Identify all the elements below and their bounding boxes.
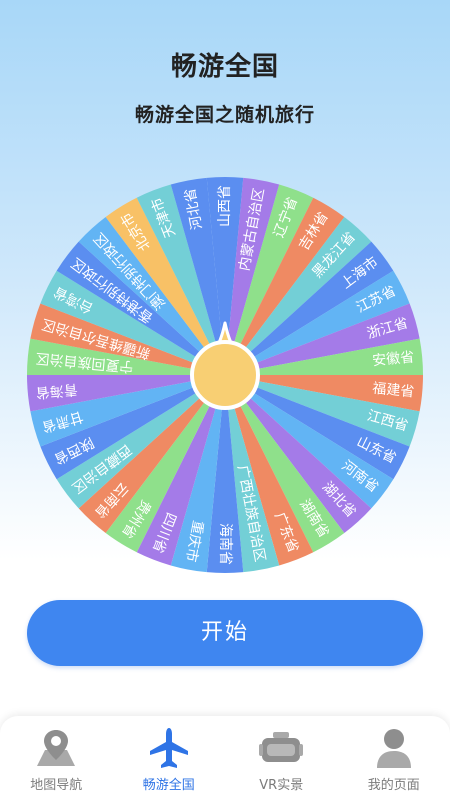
vr-headset-icon	[259, 732, 304, 762]
tab-label: 地图导航	[30, 778, 83, 793]
map-pin-icon	[37, 730, 76, 766]
bottom-tab-bar: 地图导航 畅游全国 VR实景 我的页面	[0, 716, 450, 800]
tab-label: 我的页面	[367, 778, 420, 793]
tab-label: 畅游全国	[142, 778, 195, 793]
tab-vr-scene[interactable]: VR实景	[225, 716, 338, 800]
wheel-segment-label: 海南省	[217, 523, 233, 565]
spin-wheel[interactable]: 山西省 内蒙古自治区 辽宁省吉林省黑龙江省上海市江苏省浙江省安徽省福建省江西省山东省…	[25, 175, 425, 575]
wheel-segment-label: 山西省	[217, 185, 233, 227]
page-title: 畅游全国	[170, 52, 279, 82]
tab-my-page[interactable]: 我的页面	[338, 716, 450, 800]
page-subtitle: 畅游全国之随机旅行	[134, 104, 315, 126]
tab-map-navigation[interactable]: 地图导航	[0, 716, 113, 800]
tab-travel-china[interactable]: 畅游全国	[113, 716, 226, 800]
airplane-icon	[149, 728, 188, 768]
tab-label: VR实景	[259, 778, 304, 793]
user-icon	[376, 729, 411, 768]
start-button[interactable]: 开始	[27, 600, 423, 666]
